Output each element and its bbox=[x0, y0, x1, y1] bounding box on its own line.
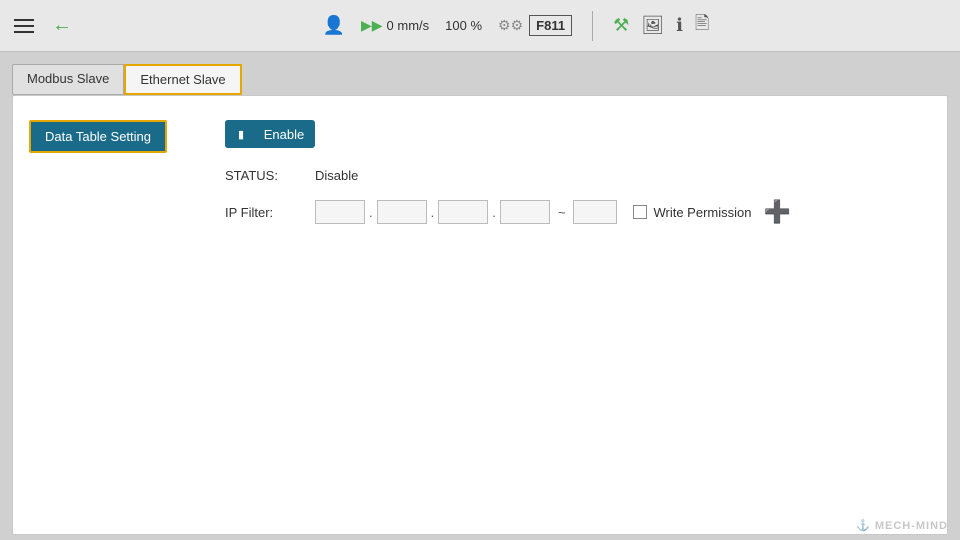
header-left: ← bbox=[8, 13, 72, 39]
settings-dots-icon: ⚙⚙ bbox=[498, 17, 523, 34]
ip-tilde: ~ bbox=[558, 205, 566, 220]
watermark-logo: ⚓ bbox=[856, 519, 871, 532]
header-right: ⚒ 🖼 ℹ 🖹 bbox=[613, 11, 709, 41]
status-value: Disable bbox=[315, 168, 358, 183]
speed-display: ▶▶ 0 mm/s bbox=[361, 17, 429, 34]
watermark-brand: MECH-MIND bbox=[875, 520, 948, 532]
main-content: Modbus Slave Ethernet Slave Data Table S… bbox=[0, 52, 960, 540]
write-permission-label: Write Permission bbox=[653, 205, 751, 220]
ip-filter-label: IP Filter: bbox=[225, 205, 315, 220]
card: Data Table Setting ▮ Enable STATUS: Disa… bbox=[12, 95, 948, 535]
card-main: ▮ Enable STATUS: Disable IP Filter: . . bbox=[209, 112, 931, 518]
write-permission-checkbox[interactable] bbox=[633, 205, 647, 219]
header: ← 👤 ▶▶ 0 mm/s 100 % ⚙⚙ F811 ⚒ 🖼 ℹ 🖹 bbox=[0, 0, 960, 52]
model-area: ⚙⚙ F811 bbox=[498, 15, 572, 36]
write-permission-group: Write Permission bbox=[633, 205, 751, 220]
data-table-setting-button[interactable]: Data Table Setting bbox=[29, 120, 167, 153]
info-icon[interactable]: ℹ bbox=[676, 15, 683, 36]
tab-modbus[interactable]: Modbus Slave bbox=[12, 64, 124, 95]
add-button[interactable]: ➕ bbox=[763, 199, 790, 225]
enable-label: Enable bbox=[257, 127, 315, 142]
model-badge: F811 bbox=[529, 15, 572, 36]
ip-dot-2: . bbox=[431, 205, 435, 220]
ip-dot-1: . bbox=[369, 205, 373, 220]
status-row: STATUS: Disable bbox=[225, 168, 915, 183]
enable-toggle[interactable]: ▮ Enable bbox=[225, 120, 315, 148]
ip-seg-3[interactable] bbox=[438, 200, 488, 224]
monitor-icon[interactable]: 🖼 bbox=[641, 15, 664, 36]
toggle-knob: ▮ bbox=[225, 120, 257, 148]
tab-bar: Modbus Slave Ethernet Slave bbox=[12, 64, 948, 95]
ip-seg-1[interactable] bbox=[315, 200, 365, 224]
ip-filter-inputs: . . . ~ Write Permission ➕ bbox=[315, 199, 791, 225]
speed-icon: ▶▶ bbox=[361, 17, 383, 34]
enable-toggle-row: ▮ Enable bbox=[225, 120, 915, 148]
document-icon[interactable]: 🖹 bbox=[695, 11, 709, 41]
status-label: STATUS: bbox=[225, 168, 315, 183]
ip-filter-row: IP Filter: . . . ~ Write Permission ➕ bbox=[225, 199, 915, 225]
percent-display: 100 % bbox=[445, 18, 482, 33]
tab-ethernet[interactable]: Ethernet Slave bbox=[124, 64, 241, 95]
vertical-divider bbox=[592, 11, 593, 41]
watermark: ⚓ MECH-MIND bbox=[856, 519, 948, 532]
person-icon[interactable]: 👤 bbox=[323, 15, 345, 36]
card-sidebar: Data Table Setting bbox=[29, 112, 209, 518]
ip-end[interactable] bbox=[573, 200, 617, 224]
back-icon[interactable]: ← bbox=[52, 14, 72, 37]
ip-seg-2[interactable] bbox=[377, 200, 427, 224]
hamburger-icon[interactable] bbox=[8, 13, 40, 39]
ip-dot-3: . bbox=[492, 205, 496, 220]
robot-icon[interactable]: ⚒ bbox=[613, 15, 629, 36]
header-center: 👤 ▶▶ 0 mm/s 100 % ⚙⚙ F811 ⚒ 🖼 ℹ 🖹 bbox=[80, 11, 952, 41]
speed-value: 0 mm/s bbox=[387, 18, 430, 33]
ip-seg-4[interactable] bbox=[500, 200, 550, 224]
